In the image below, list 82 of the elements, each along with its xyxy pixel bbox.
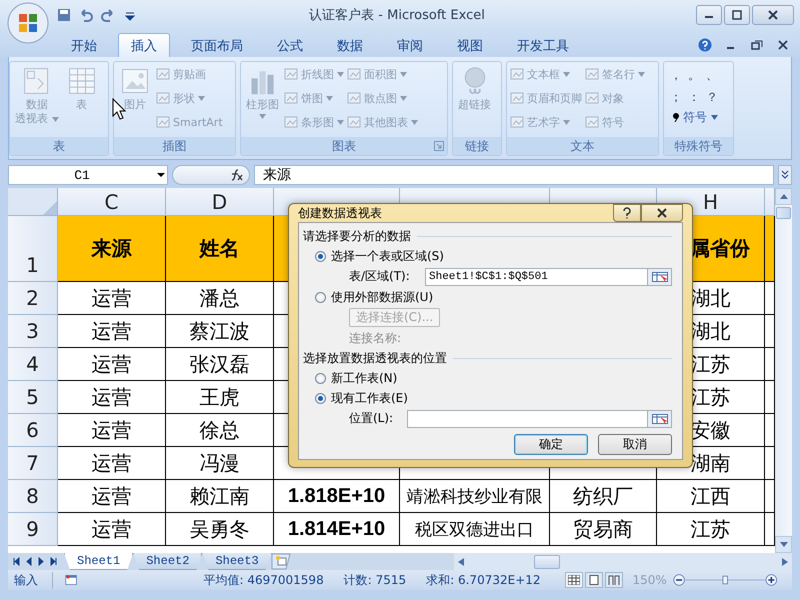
window-title: 认证客户表 - Microsoft Excel [308, 7, 486, 24]
symbol-button[interactable]: 、 [703, 66, 721, 84]
symbol-button[interactable]: ： [685, 88, 703, 106]
table-cell: 吴勇冬 [166, 513, 274, 546]
table-cell: 潘总 [166, 282, 274, 315]
table-cell: 徐总 [166, 414, 274, 447]
group-label: 特殊符号 [674, 138, 722, 154]
table-cell: 贸易商 [550, 513, 657, 546]
status-stat: 平均值: 4697001598 [204, 572, 324, 588]
sheet-tab[interactable]: Sheet1 [64, 553, 134, 570]
ribbon-tab[interactable]: 页面布局 [178, 33, 256, 57]
group-label: 链接 [465, 138, 489, 154]
ribbon-tab[interactable]: 开发工具 [504, 33, 582, 57]
group-label: 图表 [332, 138, 356, 154]
table-cell: 江苏 [657, 513, 765, 546]
table-cell: 江西 [657, 480, 765, 513]
table-cell: 来源 [58, 216, 166, 282]
table-cell: 运营 [58, 282, 166, 315]
row-header[interactable]: 9 [8, 513, 58, 546]
table-cell: 运营 [58, 348, 166, 381]
table-cell: 张汉磊 [166, 348, 274, 381]
table-cell: 靖淞科技纱业有限 [400, 480, 550, 513]
row-header[interactable]: 2 [8, 282, 58, 315]
dialog-title: 创建数据透视表 [298, 204, 382, 222]
status-mode: 输入 [8, 572, 53, 588]
ribbon-tab[interactable]: 审阅 [384, 33, 436, 57]
table-cell: 姓名 [166, 216, 274, 282]
zoom-level: 150% [632, 573, 667, 587]
symbol-button[interactable]: 。 [685, 66, 703, 84]
radio-label[interactable]: 现有工作表(E) [331, 390, 408, 406]
connection-name-label: 连接名称: [349, 330, 402, 346]
table-cell: 运营 [58, 513, 166, 546]
table-cell: 运营 [58, 447, 166, 480]
group-label: 插图 [162, 138, 186, 154]
sheet-tab[interactable]: Sheet3 [202, 553, 272, 570]
table-cell: 运营 [58, 381, 166, 414]
ribbon-tab[interactable]: 插入 [118, 33, 170, 57]
column-header[interactable]: D [166, 188, 274, 216]
table-cell: 纺织厂 [550, 480, 657, 513]
section-heading: 请选择要分析的数据 [303, 228, 411, 244]
column-header[interactable]: C [58, 188, 166, 216]
symbol-button[interactable]: ， [667, 66, 685, 84]
group-label: 表 [53, 138, 65, 154]
status-stat: 计数: 7515 [344, 572, 406, 588]
table-cell: 冯漫 [166, 447, 274, 480]
row-header[interactable]: 5 [8, 381, 58, 414]
table-cell: 王虎 [166, 381, 274, 414]
row-header[interactable]: 3 [8, 315, 58, 348]
table-cell: 税区双德进出口 [400, 513, 550, 546]
radio-label[interactable]: 新工作表(N) [331, 370, 398, 386]
row-header[interactable]: 4 [8, 348, 58, 381]
dialog-button[interactable]: 确定 [514, 434, 588, 455]
ribbon-tab[interactable]: 数据 [324, 33, 376, 57]
formula-input[interactable]: 来源 [254, 165, 774, 185]
field-label: 位置(L): [349, 410, 394, 427]
ribbon-tab[interactable]: 开始 [58, 33, 110, 57]
symbol-button[interactable]: ？ [703, 88, 721, 106]
row-header[interactable]: 1 [8, 216, 58, 282]
status-stat: 求和: 6.70732E+12 [426, 572, 541, 588]
table-cell: 1.814E+10 [274, 513, 400, 546]
table-cell: 1.818E+10 [274, 480, 400, 513]
input-field[interactable]: Sheet1!$C$1:$Q$501 [425, 268, 672, 286]
row-header[interactable]: 6 [8, 414, 58, 447]
row-header[interactable]: 8 [8, 480, 58, 513]
radio-label[interactable]: 选择一个表或区域(S) [331, 248, 444, 264]
symbol-button[interactable]: ； [667, 88, 685, 106]
radio-label[interactable]: 使用外部数据源(U) [331, 288, 434, 306]
section-heading: 选择放置数据透视表的位置 [303, 350, 447, 366]
symbol-menu-button[interactable]: 符号 [667, 109, 730, 126]
row-header[interactable]: 7 [8, 447, 58, 480]
sheet-tab[interactable]: Sheet2 [133, 553, 202, 570]
name-box[interactable]: C1 [8, 165, 168, 185]
table-cell: 运营 [58, 414, 166, 447]
table-cell: 运营 [58, 480, 166, 513]
ribbon-tab[interactable]: 视图 [444, 33, 496, 57]
dialog-button[interactable]: 取消 [598, 434, 672, 455]
group-label: 文本 [570, 138, 594, 154]
table-cell: 运营 [58, 315, 166, 348]
table-cell: 赖江南 [166, 480, 274, 513]
field-label: 表/区域(T): [349, 268, 411, 285]
table-cell: 蔡江波 [166, 315, 274, 348]
ribbon-tab[interactable]: 公式 [264, 33, 316, 57]
